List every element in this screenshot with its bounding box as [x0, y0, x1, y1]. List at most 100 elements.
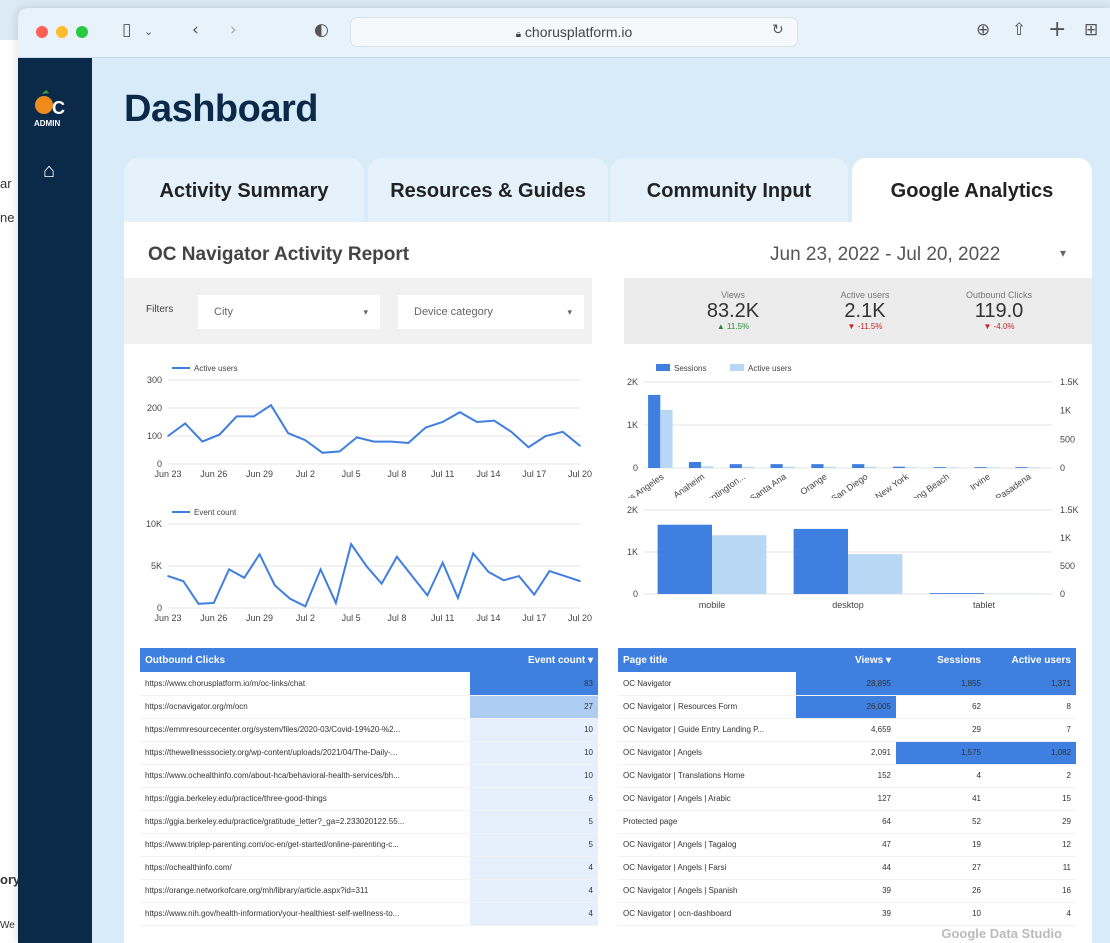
forward-icon[interactable]: ›: [230, 20, 237, 40]
background-text: ne: [0, 210, 15, 225]
bar: [741, 466, 755, 468]
numeric-cell: 29: [896, 718, 986, 742]
y2-tick-label: 500: [1060, 561, 1075, 571]
x-tick-label: Huntington...: [700, 471, 748, 498]
browser-window: ▯ ⌄ ‹ › ◐ 🔒︎ chorusplatform.io ↻ ⊕ ⇧ + ⊞…: [18, 8, 1110, 943]
data-point: [197, 603, 200, 605]
reload-icon[interactable]: ↻: [772, 22, 784, 38]
date-dropdown-icon[interactable]: ▾: [1060, 246, 1066, 260]
address-bar[interactable]: 🔒︎ chorusplatform.io: [350, 17, 798, 47]
x-tick-label: Jul 20: [568, 469, 592, 479]
tab-community-input[interactable]: Community Input: [610, 158, 848, 223]
data-point: [184, 422, 186, 425]
bar: [793, 528, 848, 594]
column-header[interactable]: Outbound Clicks: [140, 648, 470, 672]
sidebar-toggle-icon[interactable]: ▯: [122, 20, 131, 40]
home-icon[interactable]: ⌂: [43, 160, 55, 183]
kpi-value: 119.0: [974, 300, 1024, 322]
x-tick-label: Long Beach: [906, 471, 951, 498]
table-row[interactable]: OC Navigator | Angels | Tagalog 47 19 12: [618, 833, 1076, 857]
column-header[interactable]: Event count ▾: [470, 648, 598, 672]
legend-swatch: [656, 364, 670, 371]
tab-google-analytics[interactable]: Google Analytics: [852, 158, 1092, 223]
bar: [648, 394, 661, 468]
numeric-cell: 47: [796, 833, 896, 857]
numeric-cell: 29: [986, 810, 1076, 834]
x-tick-label: Jun 26: [200, 613, 227, 623]
close-window-button[interactable]: [36, 26, 48, 38]
table-row[interactable]: https://thewellnesssociety.org/wp-conten…: [140, 741, 598, 765]
table-row[interactable]: https://emmresourcecenter.org/system/fil…: [140, 718, 598, 742]
back-icon[interactable]: ‹: [192, 20, 199, 40]
new-tab-icon[interactable]: +: [1048, 17, 1066, 42]
numeric-cell: 64: [796, 810, 896, 834]
data-point: [579, 445, 581, 447]
x-tick-label: Jul 5: [342, 613, 361, 623]
y-tick-label: 1K: [627, 420, 638, 430]
table-row[interactable]: https://ochealthinfo.com/4: [140, 856, 598, 880]
table-row[interactable]: OC Navigator | Angels | Arabic 127 41 15: [618, 787, 1076, 811]
data-point: [274, 584, 276, 587]
table-row[interactable]: https://www.triplep-parenting.com/oc-en/…: [140, 833, 598, 857]
y-tick-label: 10K: [146, 519, 162, 529]
tab-activity-summary[interactable]: Activity Summary: [124, 158, 364, 223]
numeric-cell: 7: [986, 718, 1076, 742]
table-row[interactable]: OC Navigator | Guide Entry Landing P... 4…: [618, 718, 1076, 742]
table-row[interactable]: https://orange.networkofcare.org/mh/libr…: [140, 879, 598, 903]
data-point: [457, 597, 459, 599]
tab-overview-icon[interactable]: ⊞: [1084, 20, 1098, 40]
bar: [905, 467, 918, 468]
y2-tick-label: 500: [1060, 434, 1075, 444]
oc-logo[interactable]: C ADMIN: [32, 88, 72, 128]
kpi-views: Views 83.2K ▲ 11.5%: [678, 290, 788, 331]
table-row[interactable]: OC Navigator 28,895 1,855 1,371: [618, 672, 1076, 696]
data-point: [335, 602, 337, 604]
tab-resources-guides[interactable]: Resources & Guides: [368, 158, 608, 223]
date-range-picker[interactable]: Jun 23, 2022 - Jul 20, 2022: [770, 244, 1000, 266]
table-row[interactable]: OC Navigator | Angels | Spanish 39 26 16: [618, 879, 1076, 903]
table-row[interactable]: https://www.nih.gov/health-information/y…: [140, 902, 598, 926]
zoom-window-button[interactable]: [76, 26, 88, 38]
column-header[interactable]: Page title: [618, 648, 796, 672]
bar: [864, 466, 877, 468]
table-row[interactable]: OC Navigator | Resources Form 26,005 62 8: [618, 695, 1076, 719]
text-cell: OC Navigator | Resources Form: [618, 695, 796, 719]
kpi-outbound-clicks: Outbound Clicks 119.0 ▼ -4.0%: [944, 290, 1054, 331]
table-row[interactable]: https://ocnavigator.org/m/ocn 27: [140, 695, 598, 719]
city-filter[interactable]: City ▾: [198, 295, 380, 329]
chevron-down-icon[interactable]: ⌄: [144, 25, 153, 38]
table-row[interactable]: https://www.chorusplatform.io/m/oc-links…: [140, 672, 598, 696]
data-point: [441, 421, 444, 423]
legend-label: Sessions: [674, 364, 706, 373]
numeric-cell: 5: [470, 810, 598, 834]
column-header[interactable]: Sessions: [896, 648, 986, 672]
x-tick-label: Jul 5: [342, 469, 361, 479]
text-cell: https://ggia.berkeley.edu/practice/three…: [140, 787, 470, 811]
table-row[interactable]: Protected page 64 52 29: [618, 810, 1076, 834]
device-filter[interactable]: Device category ▾: [398, 295, 584, 329]
background-text: We: [0, 920, 15, 931]
share-icon[interactable]: ⇧: [1012, 20, 1026, 40]
text-cell: https://ocnavigator.org/m/ocn: [140, 695, 470, 719]
x-tick-label: Irvine: [968, 471, 992, 492]
y-tick-label: 2K: [627, 377, 638, 387]
column-header[interactable]: Active users: [986, 648, 1076, 672]
x-tick-label: Santa Ana: [748, 471, 788, 498]
data-point: [201, 440, 204, 443]
text-cell: https://www.chorusplatform.io/m/oc-links…: [140, 672, 470, 696]
table-row[interactable]: OC Navigator | ocn-dashboard 39 10 4: [618, 902, 1076, 926]
x-tick-label: Jun 23: [154, 613, 181, 623]
numeric-cell: 1,575: [896, 741, 986, 765]
table-row[interactable]: OC Navigator | Angels | Farsi 44 27 11: [618, 856, 1076, 880]
table-row[interactable]: https://ggia.berkeley.edu/practice/grati…: [140, 810, 598, 834]
table-row[interactable]: https://www.ochealthinfo.com/about-hca/b…: [140, 764, 598, 788]
x-tick-label: Jun 23: [154, 469, 181, 479]
table-row[interactable]: https://ggia.berkeley.edu/practice/three…: [140, 787, 598, 811]
table-row[interactable]: OC Navigator | Angels 2,091 1,575 1,082: [618, 741, 1076, 765]
privacy-shield-icon[interactable]: ◐: [314, 20, 329, 40]
minimize-window-button[interactable]: [56, 26, 68, 38]
table-row[interactable]: OC Navigator | Translations Home 152 4 2: [618, 764, 1076, 788]
column-header[interactable]: Views ▾: [796, 648, 896, 672]
kpi-label: Views: [721, 290, 745, 300]
download-icon[interactable]: ⊕: [976, 20, 990, 40]
